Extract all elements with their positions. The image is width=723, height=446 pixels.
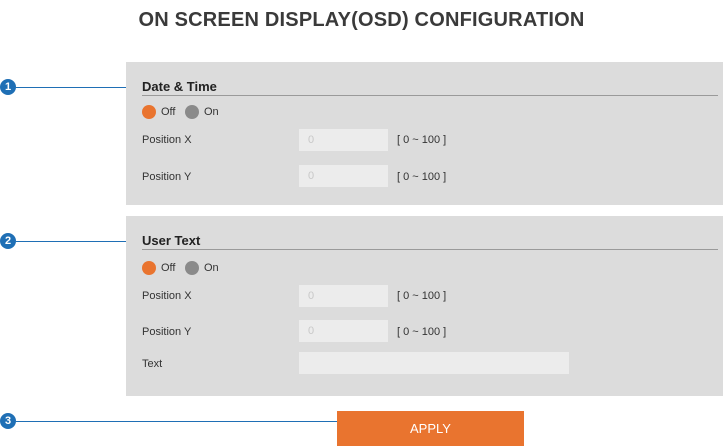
user-text-off-radio[interactable]: Off xyxy=(142,261,175,275)
user-text-position-x-input[interactable]: 0 xyxy=(299,285,388,307)
date-time-off-label: Off xyxy=(161,106,176,118)
callout-line-2 xyxy=(16,241,134,242)
user-text-position-y-range: [ 0 ~ 100 ] xyxy=(397,326,447,338)
user-text-title: User Text xyxy=(142,233,201,248)
date-time-divider xyxy=(142,95,718,96)
date-time-title: Date & Time xyxy=(142,79,217,94)
radio-unselected-icon xyxy=(185,105,199,119)
callout-line-1 xyxy=(16,87,134,88)
callout-number-1: 1 xyxy=(0,79,16,95)
user-text-position-x-label: Position X xyxy=(142,290,192,302)
date-time-on-radio[interactable]: On xyxy=(185,105,219,119)
callout-line-3 xyxy=(16,421,364,422)
page-title: ON SCREEN DISPLAY(OSD) CONFIGURATION xyxy=(138,9,585,31)
radio-unselected-icon xyxy=(185,261,199,275)
date-time-position-x-label: Position X xyxy=(142,134,192,146)
user-text-off-label: Off xyxy=(161,262,176,274)
callout-number-3: 3 xyxy=(0,413,16,429)
callout-number-2: 2 xyxy=(0,233,16,249)
date-time-panel: Date & Time Off On Position X 0 [ 0 ~ 10… xyxy=(126,62,723,205)
user-text-text-label: Text xyxy=(142,358,163,370)
date-time-on-label: On xyxy=(204,106,219,118)
user-text-position-x-range: [ 0 ~ 100 ] xyxy=(397,290,447,302)
date-time-position-x-input[interactable]: 0 xyxy=(299,129,388,151)
date-time-off-radio[interactable]: Off xyxy=(142,105,175,119)
user-text-text-input[interactable] xyxy=(299,352,569,374)
radio-selected-icon xyxy=(142,105,156,119)
date-time-position-y-input[interactable]: 0 xyxy=(299,165,388,187)
user-text-on-radio[interactable]: On xyxy=(185,261,219,275)
user-text-panel: User Text Off On Position X 0 [ 0 ~ 100 … xyxy=(126,216,723,396)
apply-button[interactable]: APPLY xyxy=(337,411,524,446)
date-time-position-x-range: [ 0 ~ 100 ] xyxy=(397,134,447,146)
user-text-position-y-input[interactable]: 0 xyxy=(299,320,388,342)
radio-selected-icon xyxy=(142,261,156,275)
user-text-position-y-label: Position Y xyxy=(142,326,192,338)
date-time-position-y-label: Position Y xyxy=(142,171,192,183)
date-time-position-y-range: [ 0 ~ 100 ] xyxy=(397,171,447,183)
user-text-on-label: On xyxy=(204,262,219,274)
user-text-divider xyxy=(142,249,718,250)
